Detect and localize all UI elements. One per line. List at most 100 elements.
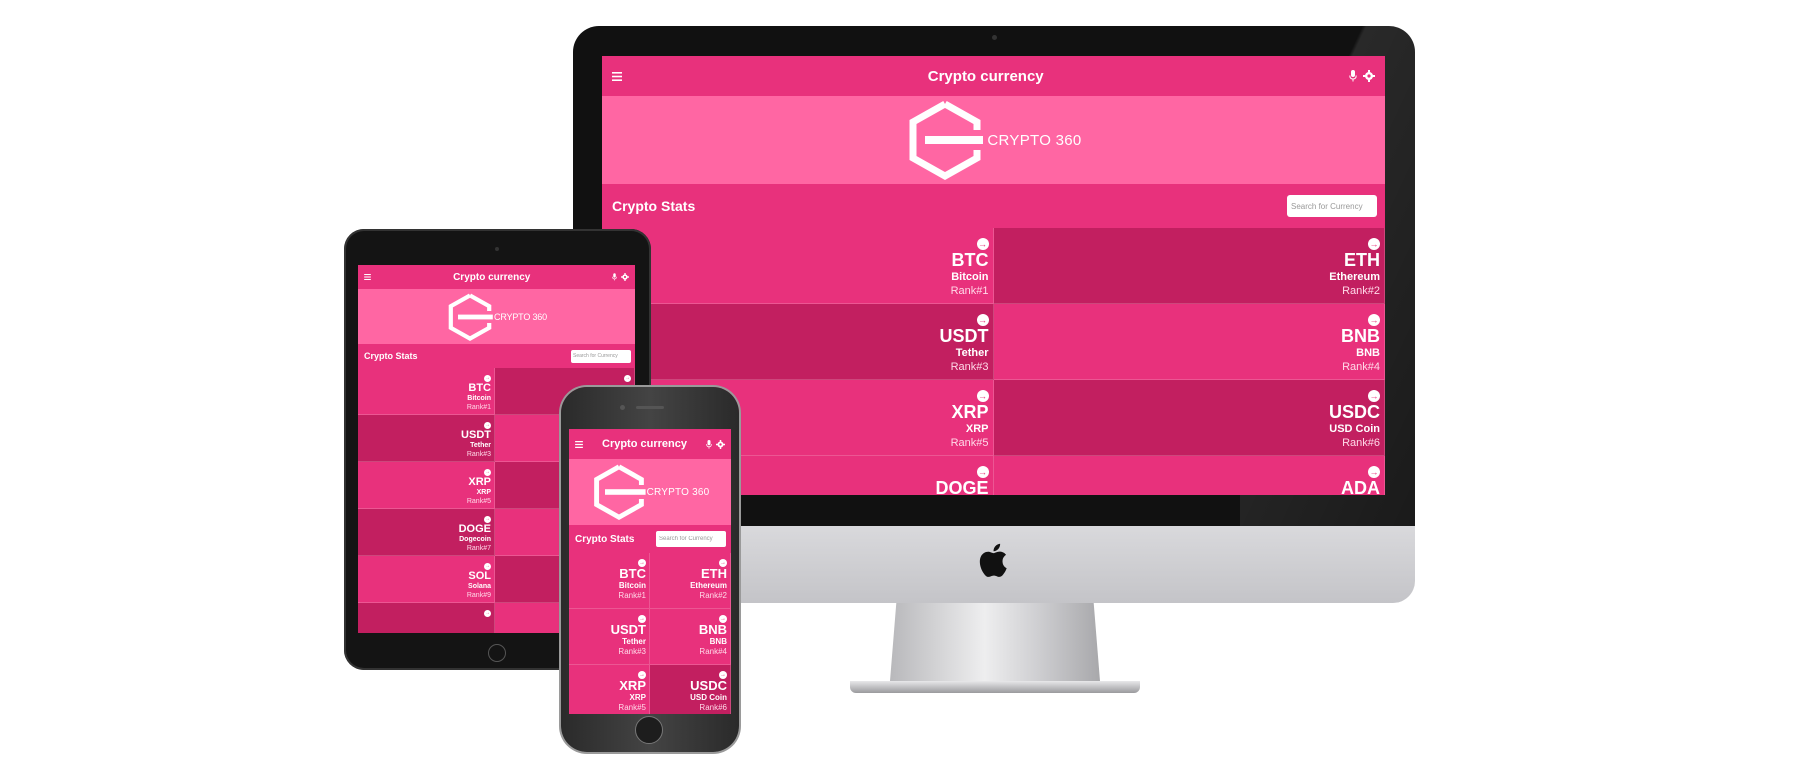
coin-tile[interactable]: → SOL Solana Rank#9 [358,556,495,603]
app-title: Crypto currency [927,67,1044,85]
microphone-icon[interactable] [1349,70,1358,82]
logo-text: CRYPTO 360 [987,131,1082,149]
coin-name: XRP [629,693,646,702]
coin-symbol: BTC [468,382,491,394]
arrow-right-circle-icon[interactable]: → [484,469,491,476]
search-input[interactable] [571,349,631,363]
coin-symbol: ETH [701,566,727,581]
coin-symbol: ADA [1341,478,1380,495]
coin-rank: Rank#2 [1342,285,1380,297]
stats-title: Crypto Stats [575,533,635,545]
coin-tile[interactable]: → USDT Tether Rank#3 [358,415,495,462]
microphone-icon[interactable] [706,439,712,449]
coin-rank: Rank#4 [699,647,727,656]
coin-symbol: SOL [468,570,491,582]
coin-tile[interactable]: → [358,603,495,633]
coin-tile[interactable]: → BTC Bitcoin Rank#1 [569,553,650,609]
coin-name: USD Coin [1329,423,1380,435]
arrow-right-circle-icon[interactable]: → [1368,390,1380,402]
gear-icon[interactable] [1363,70,1375,82]
arrow-right-circle-icon[interactable]: → [484,563,491,570]
coin-tile[interactable]: →DOGEDogecoin Rank#7 [358,509,495,556]
app-header: Crypto currency [358,265,635,289]
coin-rank: Rank#6 [1342,437,1380,449]
arrow-right-circle-icon[interactable]: → [484,516,491,523]
coin-name: BNB [709,637,727,646]
coin-name: Ethereum [1329,271,1380,283]
arrow-right-circle-icon[interactable]: → [484,375,491,382]
coin-symbol: BNB [1341,326,1380,346]
coin-tile[interactable]: → ETH Ethereum Rank#2 [650,553,731,609]
coin-rank: Rank#1 [466,404,491,411]
arrow-right-circle-icon[interactable]: → [484,610,491,617]
coin-tile[interactable]: → ETH Ethereum Rank#2 [993,228,1385,304]
hamburger-icon[interactable] [575,440,583,448]
iphone-home-button [635,716,663,744]
arrow-right-circle-icon[interactable]: → [484,422,491,429]
stats-header: Crypto Stats [358,344,635,368]
coin-tile[interactable]: → ADA [993,456,1385,495]
search-input[interactable] [1287,195,1377,217]
coin-rank: Rank#1 [950,285,989,297]
coin-rank: Rank#5 [618,703,646,712]
coin-tile[interactable]: → USDT Tether Rank#3 [569,609,650,665]
app-header: Crypto currency [602,56,1385,96]
coin-rank: Rank#5 [466,498,491,505]
coin-name: XRP [476,489,491,496]
app-title: Crypto currency [602,438,687,450]
arrow-right-circle-icon[interactable]: → [1368,238,1380,250]
coin-symbol: DOGE [458,523,491,535]
arrow-right-circle-icon[interactable]: → [976,238,989,250]
arrow-right-circle-icon[interactable]: → [1368,466,1380,478]
coin-rank: Rank#1 [618,591,646,600]
coin-name: Dogecoin [459,536,491,543]
imac-camera [992,35,997,40]
hexagon-logo-icon [593,464,646,520]
coin-symbol: USDT [461,429,491,441]
coin-tile[interactable]: → BTC Bitcoin Rank#1 [358,368,495,415]
ipad-camera [495,247,499,251]
coin-rank: Rank#4 [1342,361,1380,373]
coin-symbol: BTC [951,250,989,270]
arrow-right-circle-icon[interactable]: → [976,314,989,326]
arrow-right-circle-icon[interactable]: → [624,375,631,382]
stats-header: Crypto Stats [602,184,1385,228]
arrow-right-circle-icon[interactable]: → [976,466,989,478]
coin-tile[interactable]: → XRP XRP Rank#5 [358,462,495,509]
arrow-right-circle-icon[interactable]: → [1368,314,1380,326]
device-mockup-stage: Crypto currency CRYPTO 360 Crypto Stats … [0,0,1800,760]
coin-grid: → BTC Bitcoin Rank#1 → ETH Ethereum Rank#2 → USDT… [569,553,731,714]
coin-name: Bitcoin [618,581,646,590]
imac-stand-foot [850,681,1140,693]
coin-symbol: BNB [698,622,727,637]
coin-name: Bitcoin [951,271,989,283]
gear-icon[interactable] [715,439,725,449]
app-title: Crypto currency [453,271,531,283]
coin-rank: Rank#7 [466,545,491,552]
gear-icon[interactable] [621,273,629,281]
coin-tile[interactable]: → BNB BNB Rank#4 [993,304,1385,380]
coin-name: Tether [955,347,989,359]
stats-title: Crypto Stats [364,351,418,361]
arrow-right-circle-icon[interactable]: → [976,390,989,402]
crypto360-logo: CRYPTO 360 [446,293,547,341]
search-input[interactable] [656,531,726,547]
coin-rank: Rank#3 [618,647,646,656]
coin-name: Ethereum [690,581,727,590]
iphone-camera [620,405,625,410]
hamburger-icon[interactable] [612,71,622,81]
coin-tile[interactable]: → USDC USD Coin Rank#6 [650,665,731,714]
apple-logo-icon [978,540,1014,582]
coin-tile[interactable]: → USDT Tether Rank#3 [602,304,994,380]
microphone-icon[interactable] [612,273,618,281]
coin-name: Bitcoin [467,395,491,402]
coin-tile[interactable]: → BNB BNB Rank#4 [650,609,731,665]
coin-symbol: XRP [468,476,491,488]
crypto360-logo: CRYPTO 360 [591,464,710,520]
hexagon-logo-icon [448,293,493,341]
logo-banner: CRYPTO 360 [569,459,731,525]
coin-tile[interactable]: → USDC USD Coin Rank#6 [993,380,1385,456]
coin-tile[interactable]: → BTC Bitcoin Rank#1 [602,228,994,304]
coin-tile[interactable]: → XRP XRP Rank#5 [569,665,650,714]
hamburger-icon[interactable] [364,274,371,280]
